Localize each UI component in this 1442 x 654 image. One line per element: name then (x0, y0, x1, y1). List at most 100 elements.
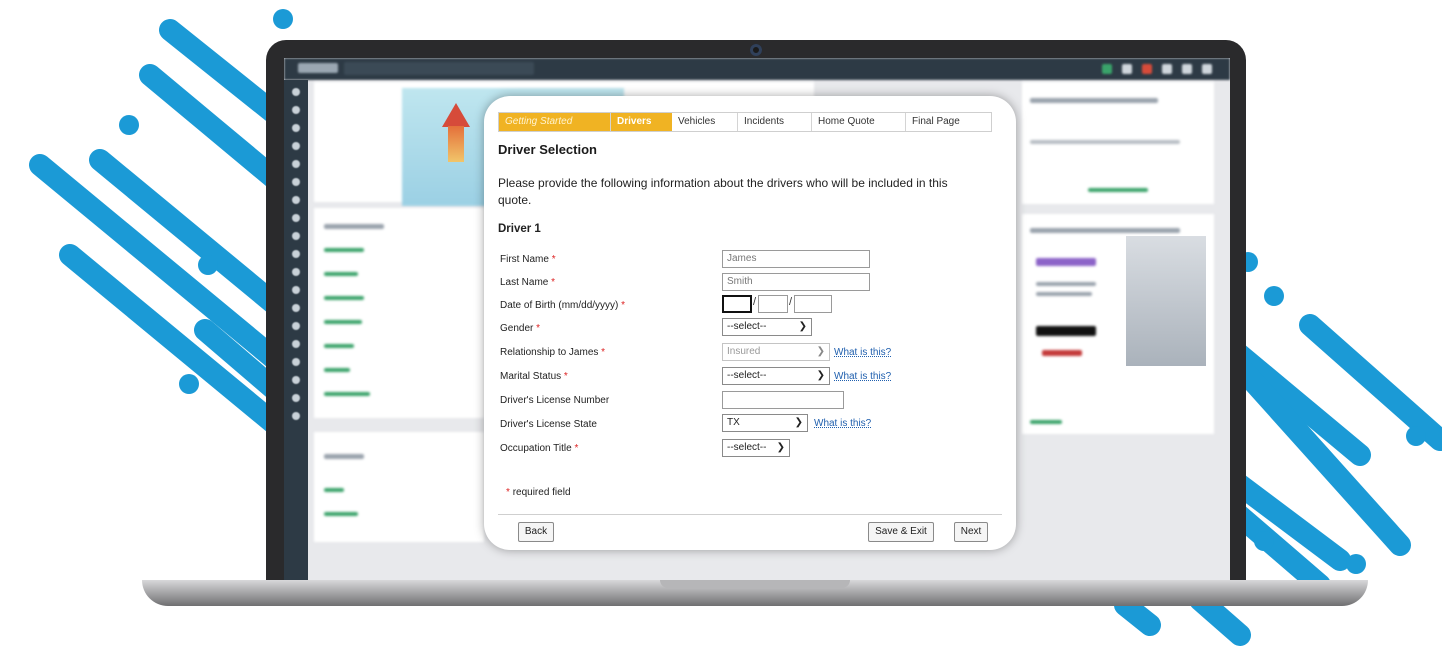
marital-status-select[interactable]: --select-- ❯ (722, 367, 830, 385)
quote-wizard-modal: Getting Started Drivers Vehicles Inciden… (484, 96, 1016, 550)
sidebar-icon (292, 340, 300, 348)
background-integration-card (1022, 82, 1214, 204)
sidebar-icon (292, 142, 300, 150)
app-sidebar (284, 80, 308, 583)
relationship-label: Relationship to James * (500, 347, 606, 358)
chevron-down-icon: ❯ (798, 321, 807, 332)
license-state-select[interactable]: TX ❯ (722, 414, 808, 432)
tab-home-quote[interactable]: Home Quote (812, 113, 906, 131)
sidebar-icon (292, 412, 300, 420)
blurred-link (324, 272, 358, 276)
relationship-select-value: Insured (727, 346, 761, 357)
relationship-select: Insured ❯ (722, 343, 830, 361)
dob-year-input[interactable] (794, 295, 832, 313)
topbar-icon (1142, 64, 1152, 74)
next-button[interactable]: Next (954, 522, 988, 542)
rocket-arrow-icon (442, 103, 470, 127)
blurred-link (1088, 188, 1148, 192)
save-exit-button[interactable]: Save & Exit (868, 522, 934, 542)
required-marker: * (551, 277, 556, 288)
driver-heading: Driver 1 (498, 223, 541, 235)
sidebar-icon (292, 232, 300, 240)
app-logo (298, 63, 338, 73)
required-marker: * (574, 443, 579, 454)
first-name-input[interactable]: James (722, 250, 870, 268)
topbar-icon (1182, 64, 1192, 74)
sidebar-icon (292, 160, 300, 168)
sidebar-icon (292, 304, 300, 312)
dob-separator: / (789, 296, 793, 308)
relationship-help-link[interactable]: What is this? (834, 347, 891, 358)
gender-select[interactable]: --select-- ❯ (722, 318, 812, 336)
marketplace-ad-image (1126, 236, 1206, 366)
sidebar-icon (292, 214, 300, 222)
gender-select-value: --select-- (727, 321, 767, 332)
intro-text: Please provide the following information… (498, 176, 948, 207)
required-marker: * (551, 254, 556, 265)
blurred-link (1030, 420, 1062, 424)
blurred-text (1036, 326, 1096, 336)
tab-final-page[interactable]: Final Page (906, 113, 991, 131)
back-button[interactable]: Back (518, 522, 554, 542)
tab-vehicles[interactable]: Vehicles (672, 113, 738, 131)
blurred-link (324, 320, 362, 324)
blurred-text (1030, 228, 1180, 233)
license-number-input[interactable] (722, 391, 844, 409)
blurred-link (324, 248, 364, 252)
blurred-text (1042, 350, 1082, 356)
required-marker: * (506, 487, 510, 498)
sidebar-icon (292, 376, 300, 384)
sidebar-icon (292, 268, 300, 276)
chevron-down-icon: ❯ (816, 370, 825, 381)
chevron-down-icon: ❯ (794, 417, 803, 428)
background-alerts-card (314, 432, 484, 542)
sidebar-icon (292, 178, 300, 186)
tab-getting-started[interactable]: Getting Started (499, 113, 611, 131)
last-name-input[interactable]: Smith (722, 273, 870, 291)
required-field-note: * required field (506, 487, 571, 498)
marital-status-select-value: --select-- (727, 370, 767, 381)
tab-drivers[interactable]: Drivers (611, 113, 672, 131)
blurred-link (324, 344, 354, 348)
webcam-icon (750, 44, 762, 56)
license-state-label: Driver's License State (500, 419, 597, 430)
gender-label: Gender * (500, 323, 541, 334)
license-number-label: Driver's License Number (500, 395, 610, 406)
background-list-card (314, 208, 484, 418)
topbar-icon (1202, 64, 1212, 74)
occupation-label: Occupation Title * (500, 443, 579, 454)
sidebar-icon (292, 286, 300, 294)
sidebar-icon (292, 106, 300, 114)
required-note-text: required field (512, 487, 571, 498)
license-state-help-link[interactable]: What is this? (814, 418, 871, 429)
occupation-select-value: --select-- (727, 442, 767, 453)
occupation-select[interactable]: --select-- ❯ (722, 439, 790, 457)
wizard-tabs: Getting Started Drivers Vehicles Inciden… (498, 112, 992, 132)
required-marker: * (563, 371, 568, 382)
tab-incidents[interactable]: Incidents (738, 113, 812, 131)
license-state-select-value: TX (727, 417, 740, 428)
dob-day-input[interactable] (758, 295, 788, 313)
dob-month-input[interactable] (722, 295, 752, 313)
chevron-down-icon: ❯ (776, 442, 785, 453)
first-name-label: First Name * (500, 254, 556, 265)
chevron-down-icon: ❯ (816, 346, 825, 357)
blurred-text (1036, 258, 1096, 266)
page-title: Driver Selection (498, 142, 597, 157)
sidebar-icon (292, 250, 300, 258)
blurred-text (1030, 140, 1180, 144)
blurred-text (324, 454, 364, 459)
last-name-label: Last Name * (500, 277, 556, 288)
sidebar-icon (292, 322, 300, 330)
required-marker: * (601, 347, 606, 358)
sidebar-icon (292, 196, 300, 204)
marital-status-help-link[interactable]: What is this? (834, 371, 891, 382)
footer-divider (498, 514, 1002, 515)
blurred-link (324, 512, 358, 516)
blurred-link (324, 488, 344, 492)
topbar-icon (1122, 64, 1132, 74)
laptop-notch (660, 580, 850, 588)
required-marker: * (621, 300, 626, 311)
dob-separator: / (753, 296, 757, 308)
app-topbar (284, 58, 1230, 80)
